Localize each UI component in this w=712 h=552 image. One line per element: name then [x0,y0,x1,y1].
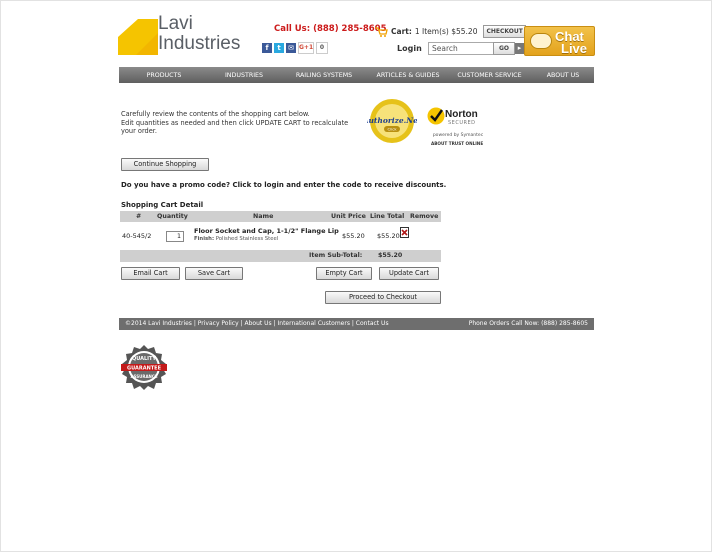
norton-check-icon [427,107,445,125]
intro-line-1: Carefully review the contents of the sho… [121,110,310,118]
col-line-total: Line Total [370,213,405,220]
go-arrow-icon: ▸ [515,43,525,54]
col-unit-price: Unit Price [331,213,366,220]
site-footer: ©2014 Lavi Industries | Privacy Policy |… [119,318,594,330]
row-sku: 40-545/2 [122,232,152,240]
subtotal-row: Item Sub-Total: $55.20 [120,250,441,262]
chat-bubble-icon [530,33,552,49]
email-cart-button[interactable]: Email Cart [121,267,180,280]
call-us-text: Call Us: (888) 285-8605 [274,24,387,34]
about-trust-online[interactable]: ABOUT TRUST ONLINE [431,141,483,146]
search-go-button[interactable]: GO ▸ [493,42,525,55]
badge-top-text: QUALITY [132,356,156,362]
lavi-logo-icon[interactable] [118,19,158,55]
email-share-icon[interactable]: ✉ [286,43,296,53]
norton-powered: powered by Symantec [432,133,484,138]
authnet-name: Authorize.Net [367,116,417,125]
share-count: 0 [316,42,328,54]
nav-industries[interactable]: INDUSTRIES [209,72,279,79]
brand-logo-text[interactable]: Lavi Industries [158,14,240,54]
finish-value: Polished Stainless Steel [215,236,279,242]
twitter-icon[interactable]: t [274,43,284,53]
norton-secured: SECURED [448,120,476,126]
social-links: f t ✉ G+1 0 [262,42,328,54]
cart-label: Cart: [391,27,412,36]
go-label: GO [493,42,516,55]
cart-detail-title: Shopping Cart Detail [121,201,204,209]
subtotal-value: $55.20 [378,252,403,259]
cart-summary-text[interactable]: 1 Item(s) $55.20 [415,27,478,36]
footer-links[interactable]: ©2014 Lavi Industries | Privacy Policy |… [125,318,389,330]
quality-guarantee-badge-icon: QUALITY GUARANTEE ASSURANCE [121,345,167,390]
facebook-icon[interactable]: f [262,43,272,53]
badge-middle-text: GUARANTEE [127,366,162,372]
norton-name: Norton [445,109,478,120]
live-chat-button[interactable]: Chat Live [524,26,595,56]
authnet-click: Click [387,127,397,132]
product-name-link[interactable]: Floor Socket and Cap, 1-1/2" Flange Lip [194,227,339,235]
save-cart-button[interactable]: Save Cart [185,267,243,280]
row-line-total: $55.20 [377,232,400,240]
checkout-label: CHECKOUT [486,28,523,35]
col-number: # [136,213,142,220]
row-unit-price: $55.20 [342,232,365,240]
badge-bottom-text: ASSURANCE [130,374,157,379]
nav-railing-systems[interactable]: RAILING SYSTEMS [279,72,369,79]
brand-line2: Industries [158,33,241,54]
brand-line1: Lavi [158,13,193,34]
promo-code-text[interactable]: Do you have a promo code? Click to login… [121,181,446,189]
table-row: 40-545/2 1 Floor Socket and Cap, 1-1/2" … [120,222,441,251]
nav-about-us[interactable]: ABOUT US [532,72,594,79]
product-finish: Finish: Polished Stainless Steel [194,236,278,242]
cart-table: # Quantity Name Unit Price Line Total Re… [120,211,441,262]
chat-label-2: Live [561,41,588,56]
google-plus-button[interactable]: G+1 [298,42,314,54]
remove-item-icon[interactable] [400,227,409,238]
nav-articles-guides[interactable]: ARTICLES & GUIDES [369,72,447,79]
search-input[interactable]: Search [428,42,496,55]
main-nav: PRODUCTS INDUSTRIES RAILING SYSTEMS ARTI… [119,67,594,83]
update-cart-button[interactable]: Update Cart [379,267,439,280]
continue-shopping-button[interactable]: Continue Shopping [121,158,209,171]
cart-instructions: Carefully review the contents of the sho… [121,110,361,136]
authorize-net-seal-icon[interactable]: Authorize.Net Click [367,98,417,144]
footer-phone: Phone Orders Call Now: (888) 285-8605 [468,320,588,327]
subtotal-label: Item Sub-Total: [309,252,363,259]
empty-cart-button[interactable]: Empty Cart [316,267,372,280]
intro-line-3: your order. [121,127,157,135]
checkout-button[interactable]: CHECKOUT [483,25,526,38]
proceed-to-checkout-button[interactable]: Proceed to Checkout [325,291,441,304]
norton-seal[interactable]: Norton SECURED powered by Symantec [427,107,489,145]
nav-customer-service[interactable]: CUSTOMER SERVICE [447,72,532,79]
login-link[interactable]: Login [397,44,422,53]
col-remove: Remove [410,213,439,220]
quantity-input[interactable]: 1 [166,231,184,242]
nav-products[interactable]: PRODUCTS [119,72,209,79]
finish-label: Finish: [194,236,215,242]
cart-table-header: # Quantity Name Unit Price Line Total Re… [120,211,441,222]
col-quantity: Quantity [157,213,188,220]
shopping-cart-icon[interactable] [375,26,388,37]
cart-summary: Cart: 1 Item(s) $55.20 CHECKOUT ▸ [375,25,538,38]
intro-line-2: Edit quantities as needed and then click… [121,118,349,127]
col-name: Name [253,213,274,220]
